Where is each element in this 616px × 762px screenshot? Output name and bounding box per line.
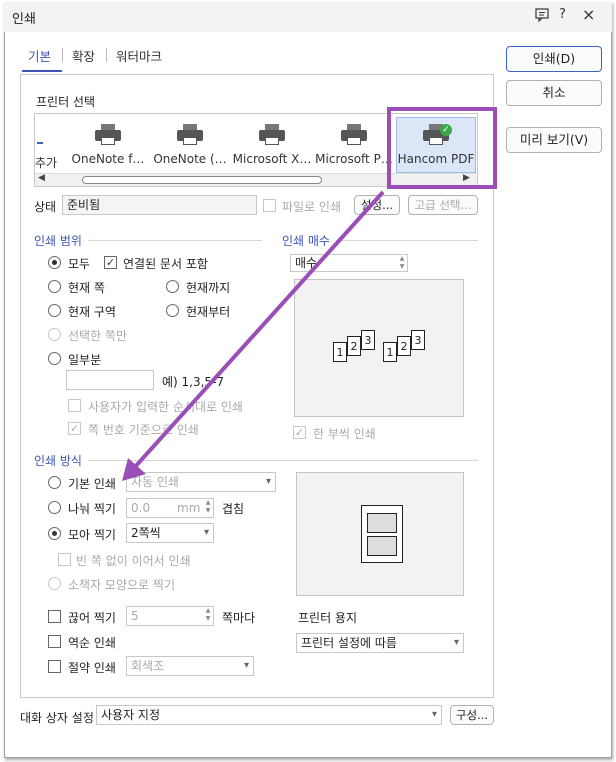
annotation-arrow-icon [122, 190, 385, 481]
